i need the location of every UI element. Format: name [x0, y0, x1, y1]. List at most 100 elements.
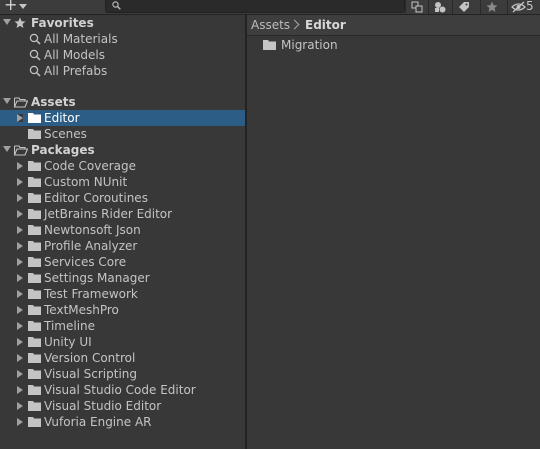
package-label: Visual Scripting: [44, 367, 137, 381]
expand-arrow-icon[interactable]: [17, 322, 23, 330]
expand-arrow-icon[interactable]: [17, 114, 23, 122]
package-label: Unity UI: [44, 335, 92, 349]
package-label: Custom NUnit: [44, 175, 128, 189]
favorite-item-all-materials[interactable]: All Materials: [0, 31, 245, 47]
expand-arrow-icon[interactable]: [17, 242, 23, 250]
favorite-item-all-prefabs[interactable]: All Prefabs: [0, 63, 245, 79]
package-item[interactable]: Newtonsoft Json: [0, 222, 245, 238]
star-icon: [486, 1, 498, 12]
star-icon: [14, 17, 26, 28]
package-label: Newtonsoft Json: [44, 223, 141, 237]
expand-arrow-icon[interactable]: [17, 162, 23, 170]
package-label: Visual Studio Code Editor: [44, 383, 196, 397]
search-input[interactable]: [105, 0, 405, 13]
chevron-right-icon: [289, 19, 300, 30]
breadcrumb-assets[interactable]: Assets: [251, 15, 290, 35]
package-label: Services Core: [44, 255, 127, 269]
folder-tree-panel: Favorites All Materials All Models All P…: [0, 15, 245, 449]
package-label: Timeline: [44, 319, 96, 333]
favorites-label: Favorites: [31, 16, 94, 30]
package-label: Settings Manager: [44, 271, 150, 285]
tree-folder-editor[interactable]: Editor: [0, 110, 245, 126]
expand-arrow-icon[interactable]: [3, 146, 11, 152]
expand-arrow-icon[interactable]: [17, 274, 23, 282]
tag-icon: [459, 2, 469, 12]
package-label: Vuforia Engine AR: [44, 415, 152, 429]
folder-icon: [28, 273, 41, 283]
package-item[interactable]: Profile Analyzer: [0, 238, 245, 254]
package-item[interactable]: Code Coverage: [0, 158, 245, 174]
hidden-packages-toggle[interactable]: 5: [507, 0, 540, 14]
expand-arrow-icon[interactable]: [3, 19, 11, 25]
package-item[interactable]: Custom NUnit: [0, 174, 245, 190]
expand-arrow-icon[interactable]: [17, 370, 23, 378]
search-icon: [29, 33, 41, 45]
dropdown-caret-icon: [19, 4, 27, 9]
folder-icon: [28, 129, 41, 139]
expand-arrow-icon[interactable]: [17, 386, 23, 394]
package-item[interactable]: Timeline: [0, 318, 245, 334]
expand-arrow-icon[interactable]: [17, 290, 23, 298]
expand-arrow-icon[interactable]: [17, 338, 23, 346]
folder-content-panel: Assets Editor Migration: [247, 15, 540, 449]
package-item[interactable]: Vuforia Engine AR: [0, 414, 245, 430]
folder-icon: [28, 161, 41, 171]
tree-packages[interactable]: Packages: [0, 142, 245, 158]
expand-arrow-icon[interactable]: [17, 418, 23, 426]
package-item[interactable]: Test Framework: [0, 286, 245, 302]
folder-name: Migration: [281, 38, 338, 52]
packages-label: Packages: [31, 143, 95, 157]
tree-favorites[interactable]: Favorites: [0, 15, 245, 31]
expand-arrow-icon[interactable]: [17, 258, 23, 266]
package-label: Editor Coroutines: [44, 191, 148, 205]
filter-by-label-button[interactable]: [452, 0, 475, 14]
filter-by-type-button[interactable]: [428, 0, 451, 14]
package-item[interactable]: JetBrains Rider Editor: [0, 206, 245, 222]
assets-label: Assets: [31, 95, 76, 109]
expand-arrow-icon[interactable]: [17, 194, 23, 202]
search-icon: [29, 65, 41, 77]
package-item[interactable]: Unity UI: [0, 334, 245, 350]
favorite-item-all-models[interactable]: All Models: [0, 47, 245, 63]
package-label: Code Coverage: [44, 159, 137, 173]
package-item[interactable]: Settings Manager: [0, 270, 245, 286]
folder-icon: [28, 209, 41, 219]
favorites-toggle-button[interactable]: [480, 0, 503, 14]
expand-arrow-icon[interactable]: [17, 210, 23, 218]
tree-folder-scenes[interactable]: Scenes: [0, 126, 245, 142]
folder-open-icon: [14, 145, 28, 156]
package-item[interactable]: Editor Coroutines: [0, 190, 245, 206]
folder-icon: [28, 353, 41, 363]
folder-icon: [28, 257, 41, 267]
search-icon: [29, 49, 41, 61]
expand-arrow-icon[interactable]: [3, 98, 11, 104]
breadcrumb-editor[interactable]: Editor: [305, 15, 346, 35]
search-by-type-button[interactable]: [405, 0, 428, 14]
shapes-filter-icon: [435, 2, 446, 13]
package-label: Visual Studio Editor: [44, 399, 162, 413]
expand-arrow-icon[interactable]: [17, 306, 23, 314]
package-label: Test Framework: [44, 287, 138, 301]
create-button[interactable]: +: [2, 0, 30, 14]
expand-arrow-icon[interactable]: [17, 402, 23, 410]
package-item[interactable]: Visual Studio Editor: [0, 398, 245, 414]
package-item[interactable]: TextMeshPro: [0, 302, 245, 318]
package-item[interactable]: Services Core: [0, 254, 245, 270]
hidden-count: 5: [526, 0, 534, 13]
breadcrumb: Assets Editor: [247, 15, 540, 36]
toolbar: + 5: [0, 0, 540, 15]
tree-assets[interactable]: Assets: [0, 94, 245, 110]
folder-icon: [28, 177, 41, 187]
hidden-eye-icon: [511, 1, 526, 13]
expand-arrow-icon[interactable]: [17, 178, 23, 186]
package-item[interactable]: Version Control: [0, 350, 245, 366]
package-item[interactable]: Visual Studio Code Editor: [0, 382, 245, 398]
plus-icon: +: [4, 0, 18, 14]
folder-icon: [28, 241, 41, 251]
expand-arrow-icon[interactable]: [17, 226, 23, 234]
package-item[interactable]: Visual Scripting: [0, 366, 245, 382]
folder-icon: [28, 417, 41, 427]
package-label: Version Control: [44, 351, 136, 365]
folder-icon: [28, 401, 41, 411]
expand-arrow-icon[interactable]: [17, 354, 23, 362]
